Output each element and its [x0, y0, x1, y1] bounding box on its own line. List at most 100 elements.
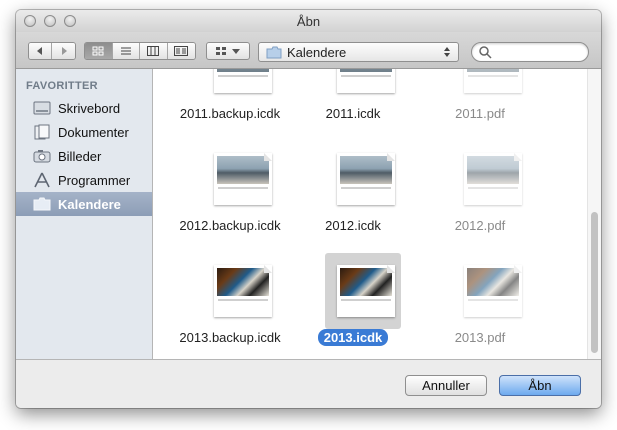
document-preview-icon [337, 69, 395, 93]
path-label: Kalendere [287, 44, 347, 60]
list-view-icon [120, 47, 131, 55]
document-preview-icon [337, 153, 395, 205]
preview-image [340, 69, 392, 72]
preview-image [217, 156, 269, 184]
updown-arrows-icon [444, 47, 450, 57]
list-view-button[interactable] [112, 43, 140, 59]
forward-button[interactable] [52, 43, 75, 59]
file-browser: 2011.backup.icdk 2011.icdk 2011.pdf 2012.ba… [153, 69, 601, 359]
arrange-menu-button[interactable] [206, 42, 250, 60]
file-thumbnail[interactable] [325, 253, 401, 329]
document-preview-icon [214, 153, 272, 205]
file-name-text: 2012.backup.icdk [179, 218, 281, 233]
sidebar-item-label: Dokumenter [58, 124, 129, 140]
preview-image [340, 268, 392, 296]
icon-view-button[interactable] [85, 43, 113, 59]
chevron-down-icon [232, 49, 240, 54]
coverflow-view-icon [174, 46, 189, 56]
file-name-text: 2012.icdk [325, 218, 381, 233]
cancel-button[interactable]: Annuller [405, 375, 487, 396]
file-name-label[interactable]: 2013.pdf [415, 330, 545, 345]
search-input[interactable] [494, 45, 586, 61]
open-dialog-window: Åbn Kalendere FAVORITTER Skrivebord Doku… [16, 10, 601, 408]
sidebar: FAVORITTER Skrivebord Dokumenter Billede… [16, 69, 153, 359]
preview-image [217, 69, 269, 72]
file-name-label[interactable]: 2011.backup.icdk [165, 106, 295, 121]
preview-caption-line [218, 299, 268, 301]
search-field[interactable] [471, 42, 589, 62]
document-preview-icon [464, 69, 522, 93]
dialog-button-bar: Annuller Åbn [16, 359, 601, 408]
preview-caption-line [218, 75, 268, 77]
column-view-button[interactable] [140, 43, 168, 59]
file-thumbnail[interactable] [206, 145, 276, 215]
view-mode-switcher [84, 42, 196, 60]
file-name-text: 2011.pdf [455, 106, 505, 121]
folder-icon [266, 46, 282, 58]
preview-caption-line [468, 187, 518, 189]
sidebar-item-programmer[interactable]: Programmer [16, 168, 152, 192]
page-fold-corner [264, 153, 272, 161]
document-preview-icon [214, 265, 272, 317]
selected-file-name: 2013.icdk [317, 329, 389, 346]
preview-caption-line [468, 75, 518, 77]
page-fold-corner [514, 265, 522, 273]
document-preview-icon [337, 265, 395, 317]
chevron-left-icon [37, 47, 42, 55]
preview-image [467, 268, 519, 296]
file-name-label[interactable]: 2012.icdk [288, 218, 418, 233]
file-name-text: 2013.pdf [454, 330, 506, 345]
file-name-label[interactable]: 2012.backup.icdk [165, 218, 295, 233]
page-fold-corner [387, 153, 395, 161]
nav-buttons [28, 42, 76, 60]
file-name-label[interactable]: 2012.pdf [415, 218, 545, 233]
sidebar-item-billeder[interactable]: Billeder [16, 144, 152, 168]
file-thumbnail[interactable] [456, 257, 526, 327]
preview-image [217, 268, 269, 296]
sidebar-item-skrivebord[interactable]: Skrivebord [16, 96, 152, 120]
search-icon [479, 46, 492, 59]
open-button[interactable]: Åbn [499, 375, 581, 396]
chevron-right-icon [61, 47, 67, 55]
path-popup-button[interactable]: Kalendere [258, 42, 459, 62]
icon-view-icon [92, 46, 104, 56]
file-name-label[interactable]: 2013.icdk [288, 329, 418, 346]
page-fold-corner [264, 265, 272, 273]
sidebar-item-label: Programmer [58, 172, 131, 188]
sidebar-item-label: Kalendere [58, 196, 121, 212]
file-thumbnail[interactable] [329, 145, 399, 215]
file-thumbnail[interactable] [329, 69, 399, 103]
back-button[interactable] [29, 43, 52, 59]
file-thumbnail[interactable] [206, 257, 276, 327]
file-thumbnail[interactable] [456, 145, 526, 215]
column-view-icon [147, 46, 160, 56]
file-name-label[interactable]: 2011.pdf [415, 106, 545, 121]
sidebar-item-label: Skrivebord [58, 100, 121, 116]
page-fold-corner [387, 265, 395, 273]
preview-caption-line [468, 299, 518, 301]
vertical-scrollbar[interactable] [587, 69, 601, 359]
toolbar: Kalendere [16, 32, 601, 69]
document-preview-icon [464, 265, 522, 317]
document-preview-icon [214, 69, 272, 93]
file-name-label[interactable]: 2011.icdk [288, 106, 418, 121]
file-name-text: 2013.backup.icdk [179, 330, 281, 345]
file-thumbnail[interactable] [206, 69, 276, 103]
preview-image [340, 156, 392, 184]
sidebar-item-label: Billeder [58, 148, 102, 164]
coverflow-view-button[interactable] [167, 43, 195, 59]
window-title: Åbn [296, 14, 321, 29]
sidebar-item-dokumenter[interactable]: Dokumenter [16, 120, 152, 144]
preview-image [467, 69, 519, 72]
document-preview-icon [464, 153, 522, 205]
file-name-text: 2011.icdk [325, 106, 381, 121]
file-thumbnail[interactable] [456, 69, 526, 103]
file-name-text: 2011.backup.icdk [179, 106, 281, 121]
scrollbar-thumb[interactable] [591, 212, 598, 353]
desktop-icon [33, 100, 51, 116]
sidebar-item-kalendere[interactable]: Kalendere [16, 192, 152, 216]
preview-caption-line [341, 187, 391, 189]
arrange-grid-icon [216, 47, 226, 55]
file-name-label[interactable]: 2013.backup.icdk [165, 330, 295, 345]
preview-caption-line [341, 75, 391, 77]
